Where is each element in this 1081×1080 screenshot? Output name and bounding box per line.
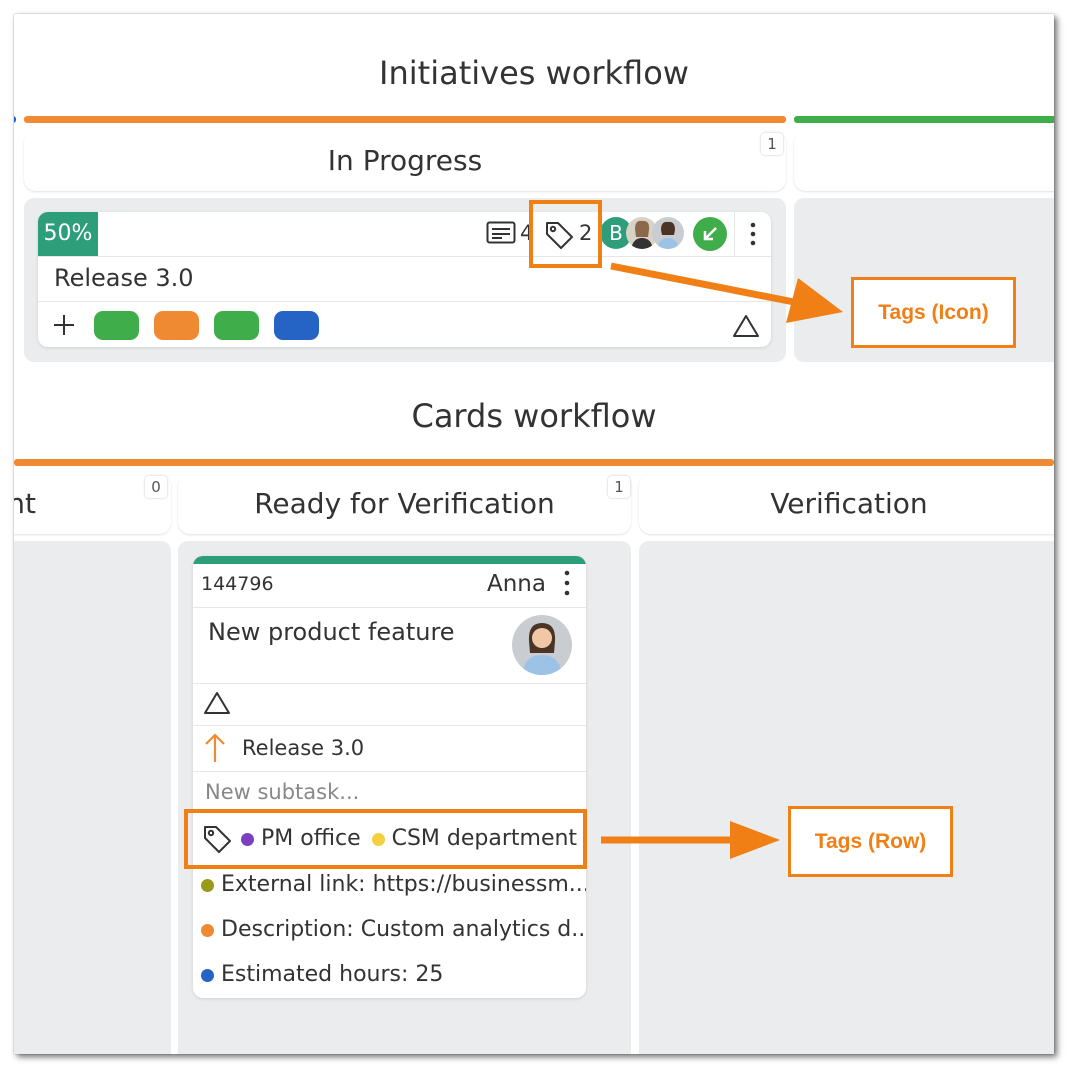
board-window: Initiatives workflow In Progress 1 50% 4… [14, 14, 1054, 1054]
annotation-arrows [601, 262, 843, 859]
callout-tags-icon: Tags (Icon) [851, 277, 1016, 348]
annotation-arrow-line [610, 262, 795, 306]
callout-tags-row: Tags (Row) [788, 806, 953, 877]
annotation-arrow-head [730, 821, 780, 859]
annotation-arrow-head [786, 278, 843, 323]
